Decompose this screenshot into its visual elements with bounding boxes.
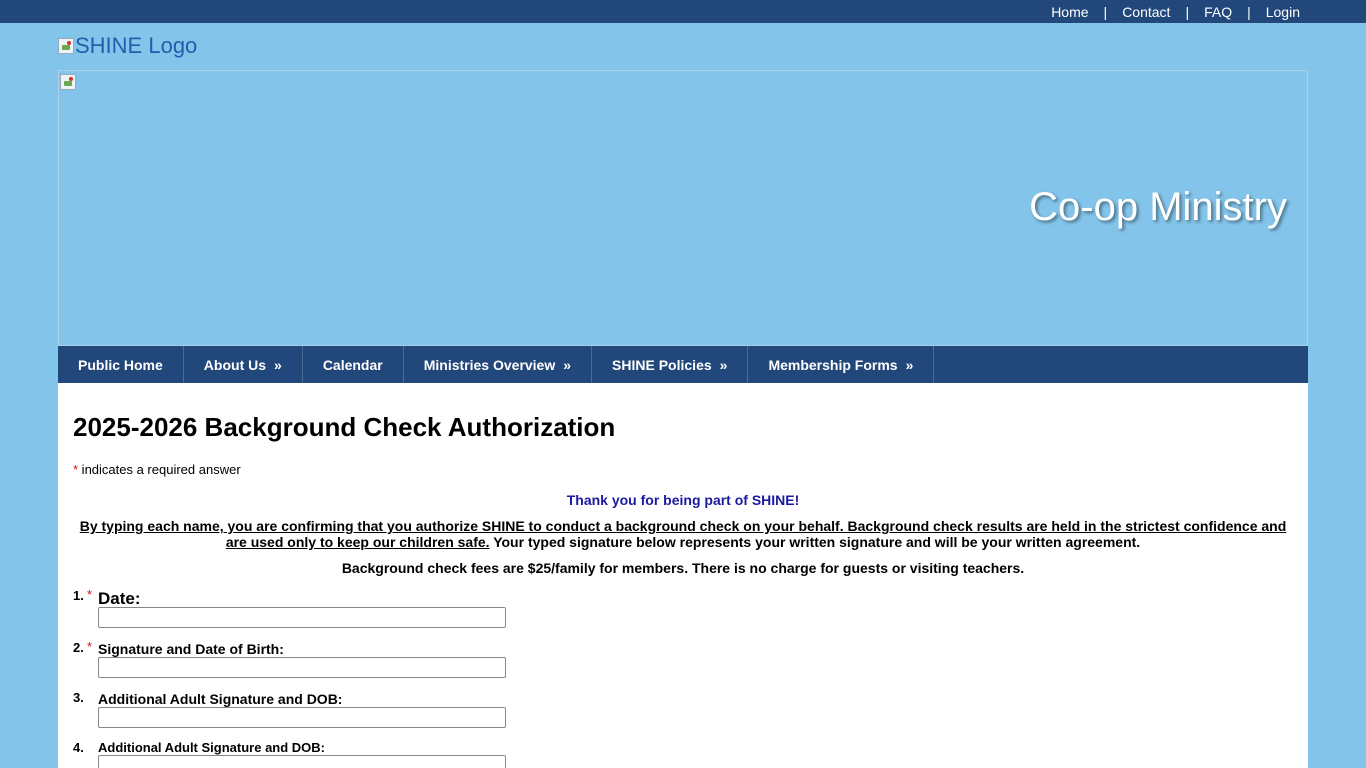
required-note: * indicates a required answer [73, 462, 241, 477]
question-number: 1. [73, 588, 84, 603]
question-label: Additional Adult Signature and DOB: [98, 691, 343, 707]
double-chevron-right-icon: » [563, 356, 572, 373]
question-number: 2. [73, 640, 84, 655]
logo-alt-text: SHINE Logo [75, 33, 198, 58]
main-nav: Public Home About Us » Calendar Ministri… [58, 346, 1308, 383]
double-chevron-right-icon: » [905, 356, 914, 373]
required-note-text: indicates a required answer [78, 462, 241, 477]
question-label: Additional Adult Signature and DOB: [98, 740, 326, 755]
top-links: Home | Contact | FAQ | Login [1051, 0, 1300, 23]
broken-image-icon [58, 38, 74, 54]
required-star: * [87, 587, 93, 602]
nav-item-public-home[interactable]: Public Home [58, 346, 184, 383]
double-chevron-right-icon: » [719, 356, 728, 373]
top-link-home[interactable]: Home [1051, 4, 1088, 20]
nav-item-label: Public Home [78, 356, 163, 373]
question-label: Signature and Date of Birth: [98, 641, 284, 657]
site-logo[interactable]: SHINE Logo [58, 33, 197, 59]
page-title: 2025-2026 Background Check Authorization [73, 412, 616, 442]
thanks-message: Thank you for being part of SHINE! [566, 492, 800, 508]
top-link-faq[interactable]: FAQ [1204, 4, 1232, 20]
question-number: 4. [73, 740, 84, 755]
additional-adult-1-input[interactable] [98, 707, 506, 728]
nav-item-label: Calendar [322, 356, 383, 373]
nav-item-shine-policies[interactable]: SHINE Policies » [592, 346, 749, 383]
authorization-statement: By typing each name, you are confirming … [73, 518, 1293, 550]
nav-item-membership-forms[interactable]: Membership Forms » [748, 346, 935, 383]
double-chevron-right-icon: » [274, 356, 282, 373]
top-link-contact[interactable]: Contact [1122, 4, 1170, 20]
nav-item-ministries-overview[interactable]: Ministries Overview » [404, 346, 593, 383]
authorization-plain: Your typed signature below represents yo… [489, 534, 1141, 550]
question-label: Date: [98, 589, 141, 608]
fees-note: Background check fees are $25/family for… [341, 560, 1025, 576]
banner-title: Co-op Ministry [1029, 185, 1287, 229]
top-link-separator: | [1247, 3, 1251, 20]
nav-item-label: SHINE Policies [612, 356, 712, 373]
top-link-separator: | [1103, 3, 1108, 20]
signature-dob-input[interactable] [98, 657, 506, 678]
required-star: * [87, 639, 93, 654]
date-input[interactable] [98, 607, 506, 628]
nav-item-label: About Us [203, 356, 267, 373]
nav-item-label: Membership Forms [768, 356, 898, 373]
nav-item-about-us[interactable]: About Us » [184, 346, 303, 383]
nav-item-calendar[interactable]: Calendar [303, 346, 404, 383]
nav-item-label: Ministries Overview [423, 356, 556, 373]
top-bar: Home | Contact | FAQ | Login [0, 0, 1366, 23]
top-link-login[interactable]: Login [1266, 4, 1300, 20]
question-number: 3. [73, 690, 84, 705]
hero-banner: Co-op Ministry [58, 70, 1308, 346]
form-content: 2025-2026 Background Check Authorization… [58, 383, 1308, 768]
additional-adult-2-input[interactable] [98, 755, 506, 768]
broken-image-icon [60, 74, 76, 90]
top-link-separator: | [1185, 3, 1190, 20]
